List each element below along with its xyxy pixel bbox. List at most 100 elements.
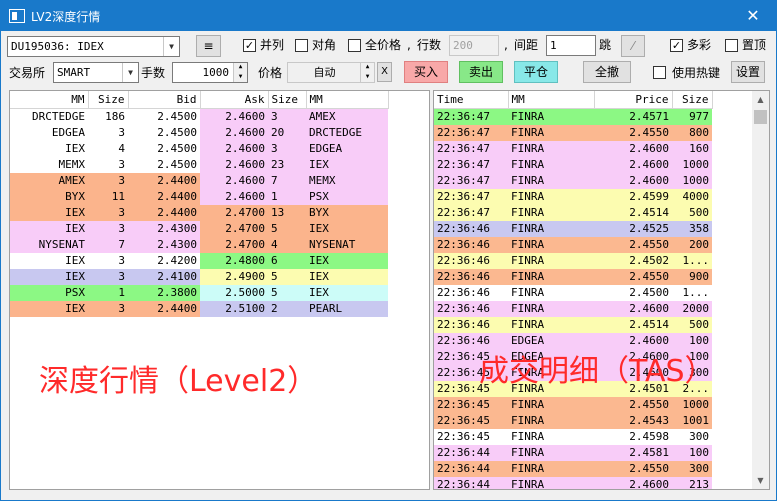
- tas-row[interactable]: 22:36:45 FINRA 2.4598 300: [434, 428, 712, 445]
- tas-row[interactable]: 22:36:44 FINRA 2.4600 213: [434, 476, 712, 490]
- depth-cell-ask: 2.4900: [200, 268, 268, 285]
- column-header[interactable]: Size: [268, 91, 307, 109]
- tas-cell-size: 213: [689, 477, 709, 490]
- tas-row[interactable]: 22:36:45 FINRA 2.4550 1000: [434, 396, 712, 413]
- buy-button[interactable]: 买入: [404, 61, 448, 83]
- depth-row[interactable]: AMEX 3 2.4400 2.4600 7 MEMX: [10, 172, 388, 189]
- column-header[interactable]: Price: [594, 91, 673, 109]
- depth-row[interactable]: IEX 3 2.4300 2.4700 5 IEX: [10, 220, 388, 237]
- spacing-input[interactable]: 1: [546, 35, 596, 56]
- tas-row[interactable]: 22:36:46 FINRA 2.4550 200: [434, 236, 712, 253]
- tas-cell-mm: FINRA: [511, 189, 545, 203]
- tas-scrollbar[interactable]: ▲ ▼: [752, 91, 769, 489]
- column-header[interactable]: Size: [88, 91, 129, 109]
- tas-row[interactable]: 22:36:47 FINRA 2.4600 1000: [434, 156, 712, 173]
- tas-cell-time: 22:36:47: [437, 157, 490, 171]
- tas-row[interactable]: 22:36:47 FINRA 2.4571 977: [434, 108, 712, 125]
- all-prices-checkbox[interactable]: [348, 39, 361, 52]
- depth-cell-asize: 6: [268, 252, 306, 269]
- exchange-select[interactable]: SMART ▼: [53, 62, 139, 83]
- column-header[interactable]: MM: [508, 91, 595, 109]
- tas-row[interactable]: 22:36:47 FINRA 2.4550 800: [434, 124, 712, 141]
- depth-row[interactable]: MEMX 3 2.4500 2.4600 23 IEX: [10, 156, 388, 173]
- depth-cell-ask: 2.4700: [200, 204, 268, 221]
- tas-row[interactable]: 22:36:47 FINRA 2.4514 500: [434, 204, 712, 221]
- rows-input[interactable]: 200: [449, 35, 499, 56]
- depth-row[interactable]: BYX 11 2.4400 2.4600 1 PSX: [10, 188, 388, 205]
- tas-cell-mm: FINRA: [511, 109, 545, 123]
- tas-row[interactable]: 22:36:47 FINRA 2.4599 4000: [434, 188, 712, 205]
- depth-row[interactable]: IEX 3 2.4400 2.5100 2 PEARL: [10, 300, 388, 317]
- close-button[interactable]: ✕: [730, 1, 776, 31]
- tas-row[interactable]: 22:36:46 FINRA 2.4514 500: [434, 316, 712, 333]
- tas-row[interactable]: 22:36:47 FINRA 2.4600 160: [434, 140, 712, 157]
- spin-arrows-icon[interactable]: ▲ ▼: [360, 63, 374, 82]
- parallel-checkbox[interactable]: ✓: [243, 39, 256, 52]
- menu-button[interactable]: ≡: [196, 35, 221, 57]
- cancel-all-button[interactable]: 全撤: [583, 61, 631, 83]
- column-header[interactable]: Time: [434, 91, 509, 109]
- tas-row[interactable]: 22:36:46 FINRA 2.4525 358: [434, 220, 712, 237]
- scroll-down-icon[interactable]: ▼: [752, 472, 769, 489]
- tas-cell-mm: FINRA: [511, 285, 545, 299]
- chart-icon[interactable]: ⁄: [621, 35, 645, 57]
- settings-button[interactable]: 设置: [731, 61, 765, 83]
- app-icon: [9, 9, 25, 23]
- pin-top-checkbox[interactable]: [725, 39, 738, 52]
- tas-row[interactable]: 22:36:45 FINRA 2.4543 1001: [434, 412, 712, 429]
- depth-cell-bid: 2.4300: [128, 236, 200, 253]
- tas-cell-price: 2.4514: [629, 205, 669, 219]
- depth-cell-bsize: 7: [88, 236, 128, 253]
- column-header[interactable]: Size: [672, 91, 713, 109]
- depth-row[interactable]: IEX 3 2.4100 2.4900 5 IEX: [10, 268, 388, 285]
- multicolor-checkbox[interactable]: ✓: [670, 39, 683, 52]
- tas-cell-size: 900: [689, 269, 709, 283]
- diagonal-checkbox[interactable]: [295, 39, 308, 52]
- depth-cell-bid: 2.4500: [128, 140, 200, 157]
- tas-row[interactable]: 22:36:46 FINRA 2.4500 1...: [434, 284, 712, 301]
- hotkey-checkbox[interactable]: [653, 66, 666, 79]
- depth-row[interactable]: PSX 1 2.3800 2.5000 5 IEX: [10, 284, 388, 301]
- depth-row[interactable]: IEX 4 2.4500 2.4600 3 EDGEA: [10, 140, 388, 157]
- tas-row[interactable]: 22:36:44 FINRA 2.4550 300: [434, 460, 712, 477]
- tas-cell-price: 2.4550: [629, 269, 669, 283]
- column-header[interactable]: MM: [10, 91, 89, 109]
- sell-button[interactable]: 卖出: [459, 61, 503, 83]
- tas-cell-price: 2.4525: [629, 221, 669, 235]
- tas-cell-size: 1000: [682, 173, 710, 187]
- depth-cell-bid: 2.4500: [128, 124, 200, 141]
- column-header[interactable]: Bid: [128, 91, 201, 109]
- tas-cell-price: 2.4598: [629, 429, 669, 443]
- spin-arrows-icon[interactable]: ▲ ▼: [233, 63, 247, 82]
- depth-cell-ask: 2.5000: [200, 284, 268, 301]
- chevron-down-icon[interactable]: ▼: [122, 63, 138, 82]
- tas-row[interactable]: 22:36:47 FINRA 2.4600 1000: [434, 172, 712, 189]
- close-position-button[interactable]: 平仓: [514, 61, 558, 83]
- tas-cell-mm: FINRA: [511, 253, 545, 267]
- depth-cell-bsize: 3: [88, 268, 128, 285]
- tas-row[interactable]: 22:36:46 FINRA 2.4600 2000: [434, 300, 712, 317]
- depth-row[interactable]: EDGEA 3 2.4500 2.4600 20 DRCTEDGE: [10, 124, 388, 141]
- depth-row[interactable]: IEX 3 2.4200 2.4800 6 IEX: [10, 252, 388, 269]
- depth-row[interactable]: NYSENAT 7 2.4300 2.4700 4 NYSENAT: [10, 236, 388, 253]
- depth-cell-ask: 2.4600: [200, 108, 268, 125]
- price-input[interactable]: 自动 ▲ ▼: [287, 62, 375, 83]
- tas-cell-mm: FINRA: [511, 445, 545, 459]
- chevron-down-icon[interactable]: ▼: [163, 37, 179, 56]
- contract-select[interactable]: DU195036: IDEX ▼: [7, 36, 180, 57]
- depth-cell-ask: 2.4600: [200, 124, 268, 141]
- column-header[interactable]: Ask: [200, 91, 269, 109]
- scroll-up-icon[interactable]: ▲: [752, 91, 769, 108]
- quantity-stepper[interactable]: 1000 ▲ ▼: [172, 62, 248, 83]
- tas-row[interactable]: 22:36:44 FINRA 2.4581 100: [434, 444, 712, 461]
- column-header[interactable]: MM: [306, 91, 389, 109]
- depth-cell-asize: 4: [268, 236, 306, 253]
- depth-row[interactable]: IEX 3 2.4400 2.4700 13 BYX: [10, 204, 388, 221]
- tas-row[interactable]: 22:36:46 FINRA 2.4550 900: [434, 268, 712, 285]
- clear-price-button[interactable]: X: [377, 62, 392, 82]
- tas-cell-price: 2.4550: [629, 461, 669, 475]
- title-bar[interactable]: LV2深度行情 ✕: [1, 1, 776, 31]
- tas-row[interactable]: 22:36:46 FINRA 2.4502 1...: [434, 252, 712, 269]
- depth-row[interactable]: DRCTEDGE 186 2.4500 2.4600 3 AMEX: [10, 108, 388, 125]
- scroll-thumb[interactable]: [754, 110, 767, 124]
